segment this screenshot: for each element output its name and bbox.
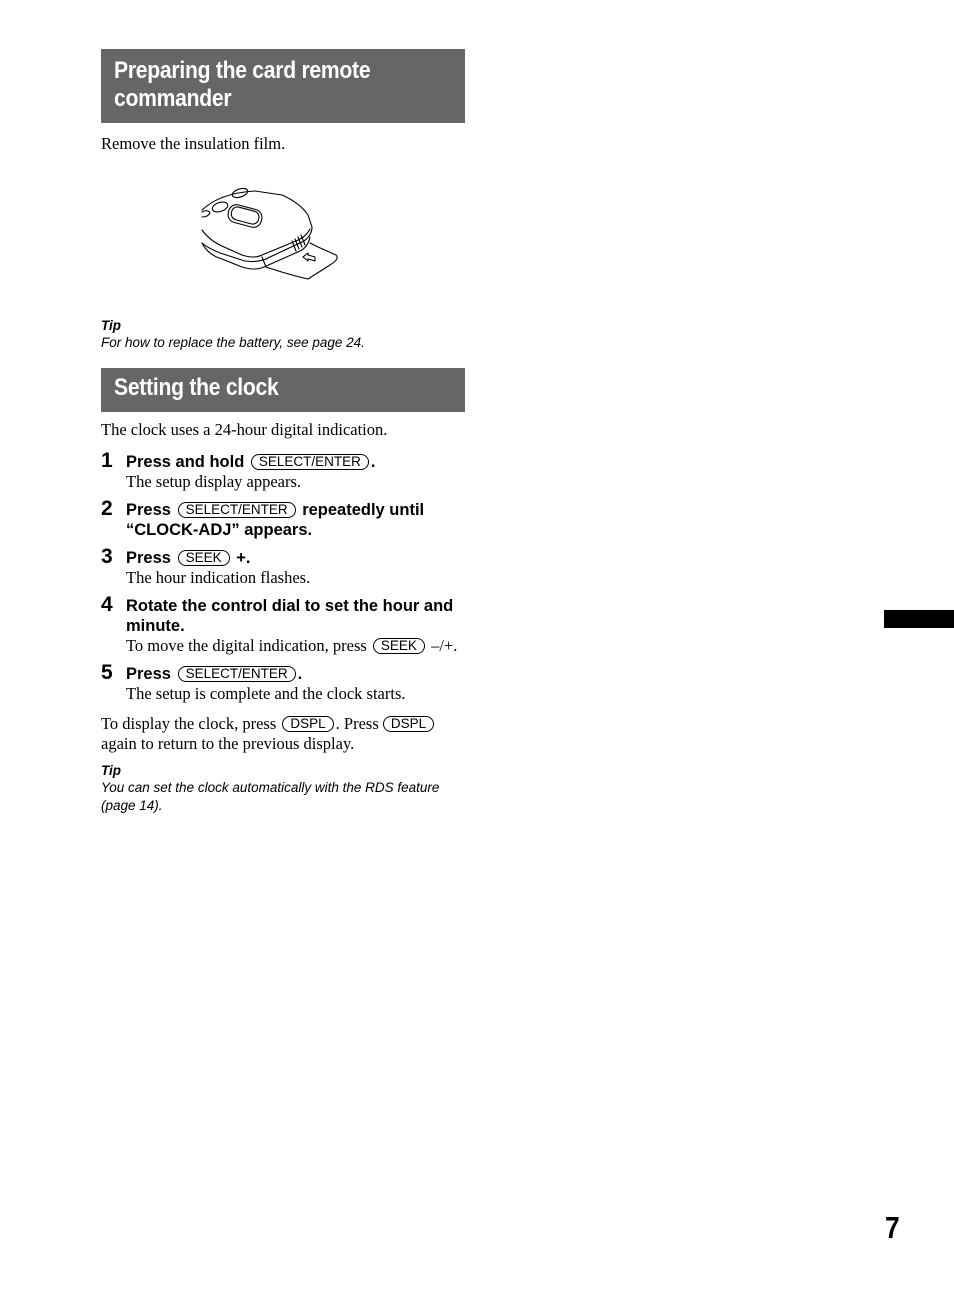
step-body-text: To move the digital indication, press: [126, 636, 367, 655]
step-title-suffix: .: [297, 665, 303, 683]
step-number: 4: [101, 593, 113, 616]
step-body-suffix: –/+.: [431, 636, 458, 655]
step-title: Press SELECT/ENTER repeatedly until “CLO…: [126, 500, 465, 540]
step-title: Rotate the control dial to set the hour …: [126, 597, 454, 635]
dspl-key: DSPL: [382, 716, 435, 732]
heading-text: Setting the clock: [114, 374, 279, 401]
display-note-text: . Press: [335, 714, 379, 733]
step-4: 4 Rotate the control dial to set the hou…: [101, 593, 465, 656]
step-body: To move the digital indication, press SE…: [126, 636, 465, 656]
seek-key: SEEK: [372, 638, 425, 654]
display-note-text: To display the clock, press: [101, 714, 277, 733]
page-number: 7: [885, 1210, 900, 1245]
step-number: 5: [101, 661, 113, 684]
select-enter-key: SELECT/ENTER: [177, 666, 296, 682]
tip-label: Tip: [101, 318, 121, 333]
content-column: Preparing the card remote commander Remo…: [101, 49, 465, 815]
heading-line-2: commander: [114, 85, 232, 112]
tip-text: For how to replace the battery, see page…: [101, 335, 365, 350]
button-left: [211, 201, 229, 213]
step-body: The setup is complete and the clock star…: [126, 684, 406, 703]
tip-text: You can set the clock automatically with…: [101, 780, 440, 813]
step-number: 2: [101, 497, 113, 520]
arrow-icon: [302, 252, 316, 262]
section2-intro: The clock uses a 24-hour digital indicat…: [101, 420, 388, 439]
step-title-text: Press: [126, 665, 171, 683]
insulation-film: [261, 242, 338, 280]
tip-label: Tip: [101, 763, 121, 778]
step-number: 1: [101, 449, 113, 472]
step-title-text: Press: [126, 501, 171, 519]
section-heading-preparing: Preparing the card remote commander: [101, 49, 465, 123]
step-2: 2 Press SELECT/ENTER repeatedly until “C…: [101, 497, 465, 540]
step-body: The hour indication flashes.: [126, 568, 311, 587]
step-number: 3: [101, 545, 113, 568]
dspl-key: DSPL: [282, 716, 334, 732]
step-title-text: Press: [126, 549, 171, 567]
section-tab-marker: [884, 610, 954, 628]
heading-line-1: Preparing the card remote: [114, 57, 371, 84]
seek-key: SEEK: [177, 550, 230, 566]
step-3: 3 Press SEEK +. The hour indication flas…: [101, 545, 465, 588]
card-remote-illustration: [201, 187, 338, 280]
select-enter-key: SELECT/ENTER: [177, 502, 296, 518]
step-5: 5 Press SELECT/ENTER. The setup is compl…: [101, 661, 465, 704]
step-title-text: Press and hold: [126, 453, 245, 471]
step-title: Press and hold SELECT/ENTER.: [126, 452, 465, 472]
display-note: To display the clock, press DSPL. Press …: [101, 714, 465, 754]
step-title: Press SEEK +.: [126, 548, 465, 568]
select-enter-key: SELECT/ENTER: [250, 454, 369, 470]
section1-intro: Remove the insulation film.: [101, 134, 286, 153]
step-title-suffix: .: [370, 453, 376, 471]
step-title-suffix: +.: [236, 549, 251, 567]
display-note-text: again to return to the previous display.: [101, 734, 355, 753]
button-small-left: [201, 210, 211, 218]
step-1: 1 Press and hold SELECT/ENTER. The setup…: [101, 449, 465, 492]
step-title: Press SELECT/ENTER.: [126, 664, 465, 684]
step-body: The setup display appears.: [126, 472, 302, 491]
section-heading-clock: Setting the clock: [101, 368, 465, 412]
